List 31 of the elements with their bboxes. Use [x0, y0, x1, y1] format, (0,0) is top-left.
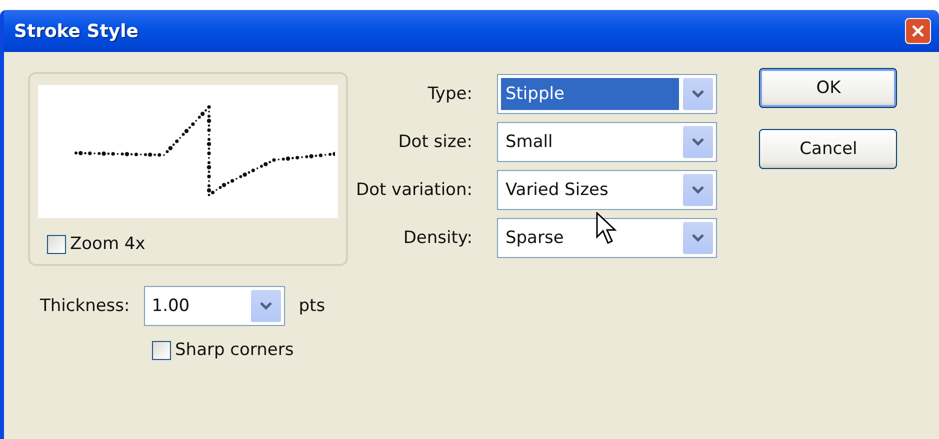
thickness-combo[interactable]: 1.00	[144, 286, 285, 326]
combo-value: Stipple	[501, 78, 680, 110]
field-label: Dot size:	[397, 132, 472, 152]
dialog-button[interactable]: Cancel	[759, 129, 898, 169]
dropdown-field[interactable]: Sparse	[497, 218, 718, 258]
sharp-corners-checkbox[interactable]	[152, 340, 171, 360]
dropdown-icon[interactable]	[250, 290, 281, 322]
field-label: Type:	[426, 84, 472, 104]
checkbox-label: Zoom 4x	[70, 234, 146, 254]
dropdown-icon[interactable]	[683, 78, 714, 110]
dropdown-field[interactable]: Stipple	[497, 74, 718, 114]
combo-value: 1.00	[150, 295, 191, 318]
checkbox-label: Sharp corners	[175, 340, 294, 360]
field-label: Thickness:	[40, 296, 130, 316]
zoom-checkbox[interactable]	[47, 234, 66, 254]
unit-label: pts	[298, 296, 326, 316]
close-button[interactable]	[905, 18, 931, 44]
combo-value: Small	[504, 131, 554, 154]
cursor-icon	[596, 212, 620, 246]
combo-value: Varied Sizes	[504, 179, 610, 202]
dropdown-icon[interactable]	[683, 126, 714, 158]
window-title: Stroke Style	[14, 20, 138, 42]
dropdown-icon[interactable]	[683, 174, 714, 206]
dropdown-field[interactable]: Small	[497, 122, 718, 162]
dialog-button[interactable]: OK	[759, 68, 898, 108]
field-label: Dot variation:	[356, 180, 472, 200]
close-icon	[911, 24, 925, 38]
combo-value: Sparse	[504, 227, 565, 250]
dropdown-field[interactable]: Varied Sizes	[497, 170, 718, 210]
dropdown-icon[interactable]	[683, 222, 714, 254]
field-label: Density:	[402, 228, 472, 248]
